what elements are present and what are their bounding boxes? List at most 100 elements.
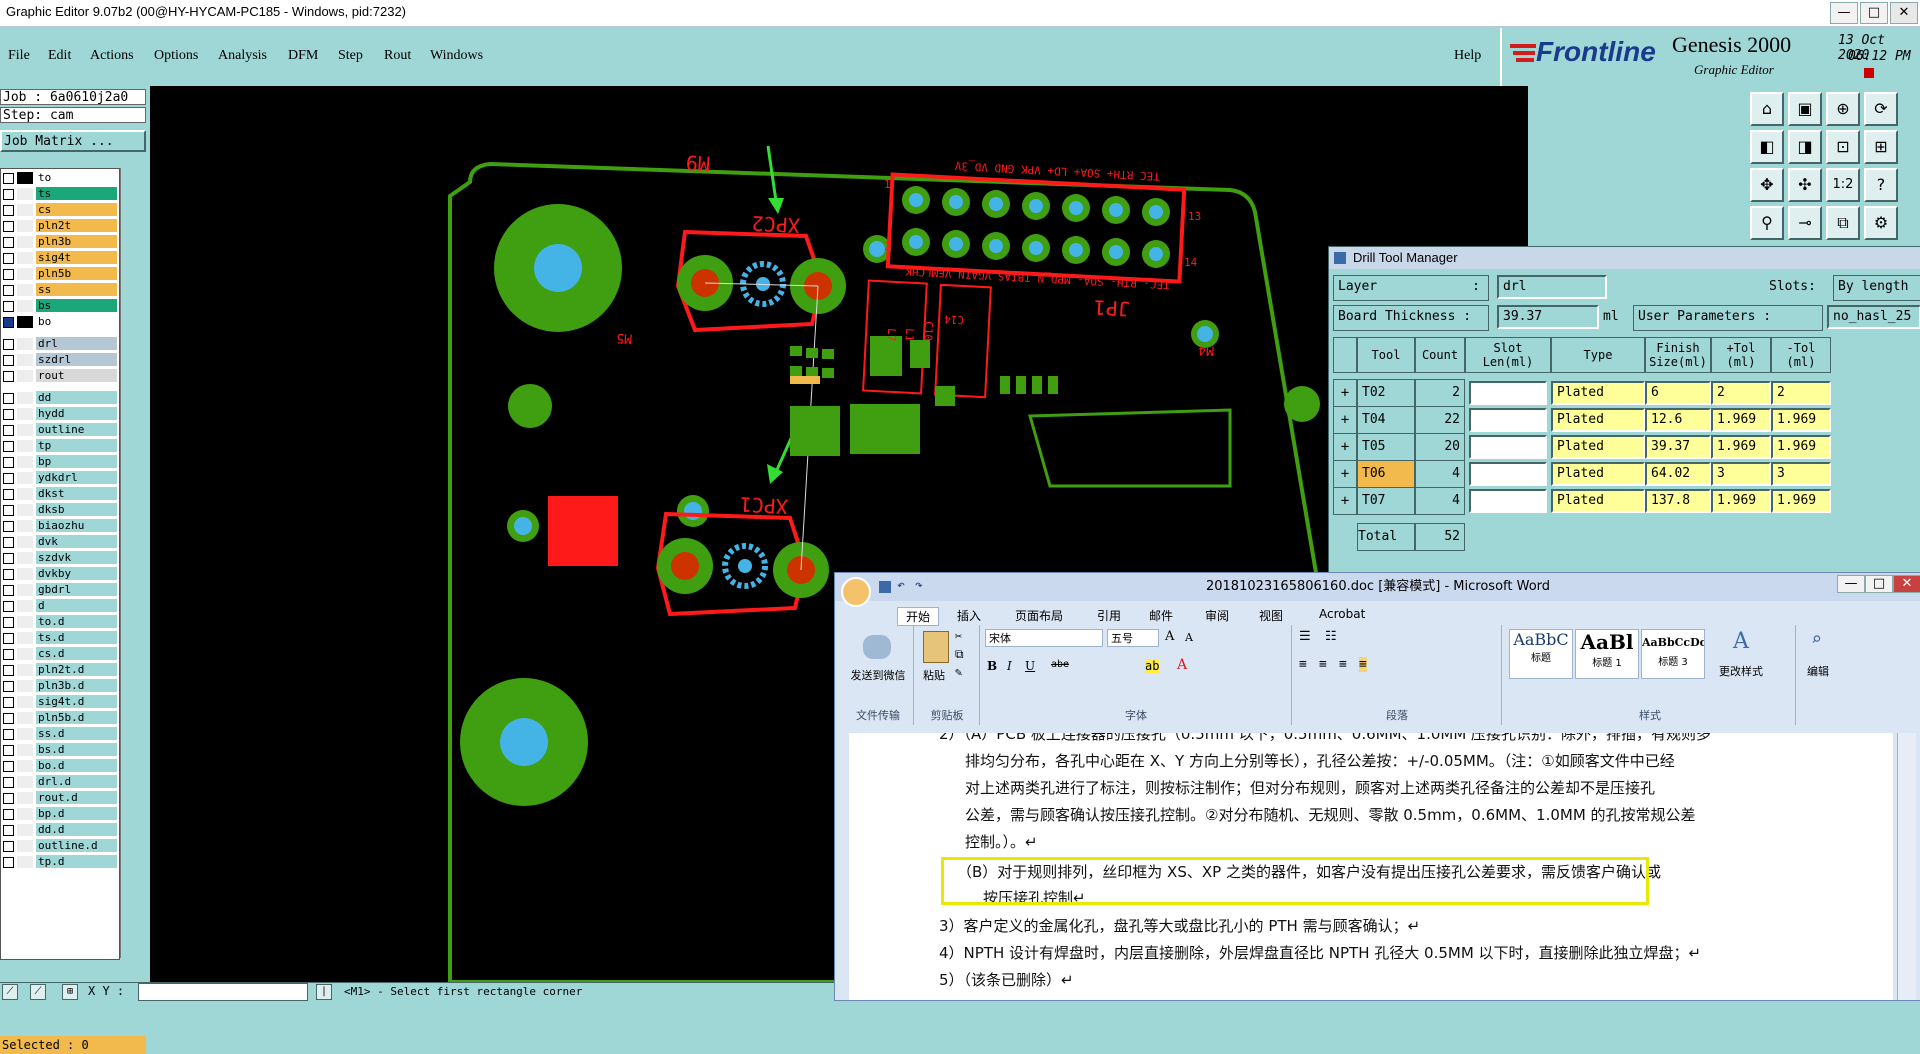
highlight-icon[interactable]: ab <box>1145 659 1160 673</box>
layer-color-swatch[interactable] <box>17 220 33 232</box>
type-select[interactable]: Plated <box>1551 381 1645 405</box>
layer-checkbox[interactable] <box>3 777 14 788</box>
layer-color-swatch[interactable] <box>17 808 33 820</box>
layer-color-swatch[interactable] <box>17 696 33 708</box>
layer-color-swatch[interactable] <box>17 236 33 248</box>
layer-color-swatch[interactable] <box>17 440 33 452</box>
font-name-select[interactable]: 宋体 <box>985 629 1103 647</box>
row-expand-button[interactable]: + <box>1333 379 1357 407</box>
layer-color-swatch[interactable] <box>17 188 33 200</box>
layer-checkbox[interactable] <box>3 585 14 596</box>
layer-checkbox[interactable] <box>3 649 14 660</box>
layer-checkbox[interactable] <box>3 457 14 468</box>
settings-tool-icon[interactable]: ⚙ <box>1864 206 1898 240</box>
wechat-icon[interactable] <box>863 635 891 659</box>
layer-row-ss-d[interactable]: ss.d <box>3 727 117 741</box>
grow-font-icon[interactable]: A <box>1165 629 1174 644</box>
maximize-button[interactable]: □ <box>1860 2 1888 24</box>
layer-row-outline[interactable]: outline <box>3 423 117 437</box>
layer-color-swatch[interactable] <box>17 392 33 404</box>
layer-checkbox[interactable] <box>3 317 14 328</box>
ribbon-tab-4[interactable]: 邮件 <box>1149 607 1173 624</box>
zoom-out-icon[interactable]: ✥ <box>1750 168 1784 202</box>
word-maximize-button[interactable]: □ <box>1865 575 1893 593</box>
type-select[interactable]: Plated <box>1551 408 1645 432</box>
layer-tool-icon[interactable]: ⧉ <box>1826 206 1860 240</box>
close-button[interactable]: ✕ <box>1890 2 1918 24</box>
layer-checkbox[interactable] <box>3 409 14 420</box>
layer-color-swatch[interactable] <box>17 776 33 788</box>
layer-row-drl-d[interactable]: drl.d <box>3 775 117 789</box>
bold-icon[interactable]: B <box>987 659 997 673</box>
layer-row-pln3b-d[interactable]: pln3b.d <box>3 679 117 693</box>
tool-cell[interactable]: T05 <box>1357 433 1415 461</box>
slot-length-input[interactable] <box>1469 462 1547 486</box>
layer-row-ts-d[interactable]: ts.d <box>3 631 117 645</box>
menu-file[interactable]: File <box>8 48 30 64</box>
layer-color-swatch[interactable] <box>17 824 33 836</box>
layer-color-swatch[interactable] <box>17 488 33 500</box>
style-heading1[interactable]: AaBl 标题 1 <box>1575 629 1639 679</box>
layer-row-rout[interactable]: rout <box>3 369 117 383</box>
redraw-icon[interactable]: ⟳ <box>1864 92 1898 126</box>
slot-length-input[interactable] <box>1469 408 1547 432</box>
cut-icon[interactable]: ✂ <box>955 629 962 643</box>
minus-tol-input[interactable]: 2 <box>1771 381 1831 405</box>
menu-actions[interactable]: Actions <box>90 48 134 64</box>
layer-checkbox[interactable] <box>3 173 14 184</box>
board-thickness-input[interactable]: 39.37 <box>1497 305 1599 329</box>
menu-dfm[interactable]: DFM <box>288 48 318 64</box>
layer-checkbox[interactable] <box>3 633 14 644</box>
save-icon[interactable] <box>879 581 891 593</box>
layer-checkbox[interactable] <box>3 617 14 628</box>
measure-icon[interactable]: ⚲ <box>1750 206 1784 240</box>
ribbon-tab-7[interactable]: Acrobat <box>1319 607 1365 621</box>
layer-color-swatch[interactable] <box>17 680 33 692</box>
menu-step[interactable]: Step <box>338 48 363 64</box>
find-icon[interactable]: ⌕ <box>1811 629 1822 650</box>
layer-row-bs-d[interactable]: bs.d <box>3 743 117 757</box>
layer-row-cs[interactable]: cs <box>3 203 117 217</box>
layer-row-pln3b[interactable]: pln3b <box>3 235 117 249</box>
plus-tol-input[interactable]: 1.969 <box>1711 408 1771 432</box>
layer-checkbox[interactable] <box>3 253 14 264</box>
layer-row-rout-d[interactable]: rout.d <box>3 791 117 805</box>
layer-row-tp[interactable]: tp <box>3 439 117 453</box>
layer-color-swatch[interactable] <box>17 370 33 382</box>
layer-checkbox[interactable] <box>3 393 14 404</box>
layer-checkbox[interactable] <box>3 857 14 868</box>
menu-analysis[interactable]: Analysis <box>218 48 267 64</box>
layer-checkbox[interactable] <box>3 205 14 216</box>
pan-right-icon[interactable]: ◨ <box>1788 130 1822 164</box>
layer-checkbox[interactable] <box>3 601 14 612</box>
tool-cell[interactable]: T06 <box>1357 460 1415 488</box>
layer-checkbox[interactable] <box>3 569 14 580</box>
layer-color-swatch[interactable] <box>17 744 33 756</box>
italic-icon[interactable]: I <box>1007 659 1012 673</box>
layer-color-swatch[interactable] <box>17 284 33 296</box>
layer-checkbox[interactable] <box>3 537 14 548</box>
layer-color-swatch[interactable] <box>17 424 33 436</box>
tool-cell[interactable]: T02 <box>1357 379 1415 407</box>
change-styles-button[interactable]: 更改样式 <box>1719 663 1763 679</box>
job-matrix-button[interactable]: Job Matrix ... <box>0 130 146 152</box>
layer-color-swatch[interactable] <box>17 568 33 580</box>
layer-color-swatch[interactable] <box>17 172 33 184</box>
layer-checkbox[interactable] <box>3 793 14 804</box>
font-color-icon[interactable]: A <box>1177 657 1187 673</box>
layer-checkbox[interactable] <box>3 761 14 772</box>
tool-cell[interactable]: T07 <box>1357 487 1415 515</box>
document-page[interactable]: 2）（A）PCB 板上连接器的压接孔（0.5mm 以下，0.5mm、0.6MM、… <box>849 733 1893 1000</box>
layer-row-sig4t[interactable]: sig4t <box>3 251 117 265</box>
layer-row-szdrl[interactable]: szdrl <box>3 353 117 367</box>
layer-color-swatch[interactable] <box>17 268 33 280</box>
style-heading3[interactable]: AaBbCcDc 标题 3 <box>1641 629 1705 679</box>
layer-checkbox[interactable] <box>3 713 14 724</box>
style-title[interactable]: AaBbC 标题 <box>1509 629 1573 679</box>
layer-color-swatch[interactable] <box>17 632 33 644</box>
layer-row-bo-d[interactable]: bo.d <box>3 759 117 773</box>
layer-value[interactable]: drl <box>1497 275 1607 299</box>
status-tool-icon-1[interactable]: ⟋ <box>2 984 18 1000</box>
zoom-home-icon[interactable]: ⌂ <box>1750 92 1784 126</box>
bullets-icon[interactable]: ☰ <box>1299 629 1311 644</box>
